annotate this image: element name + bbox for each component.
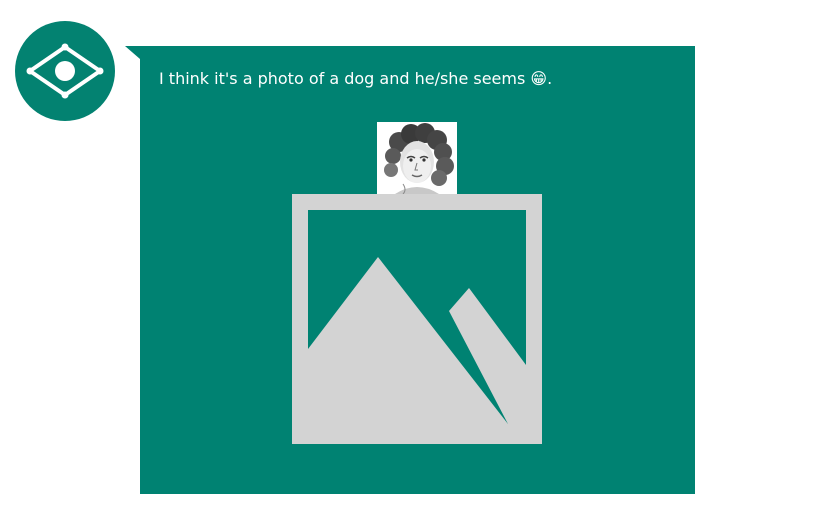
- bubble-tail: [125, 46, 140, 59]
- image-placeholder-icon: [292, 194, 542, 444]
- chat-stage: I think it's a photo of a dog and he/she…: [0, 0, 816, 506]
- message-text: I think it's a photo of a dog and he/she…: [159, 69, 553, 88]
- assistant-avatar: [15, 21, 115, 121]
- image-thumbnail[interactable]: [377, 122, 457, 194]
- image-placeholder: [292, 194, 542, 444]
- eye-icon: [26, 43, 104, 99]
- message-bubble: I think it's a photo of a dog and he/she…: [140, 46, 695, 494]
- portrait-sketch-thumbnail: [377, 122, 457, 194]
